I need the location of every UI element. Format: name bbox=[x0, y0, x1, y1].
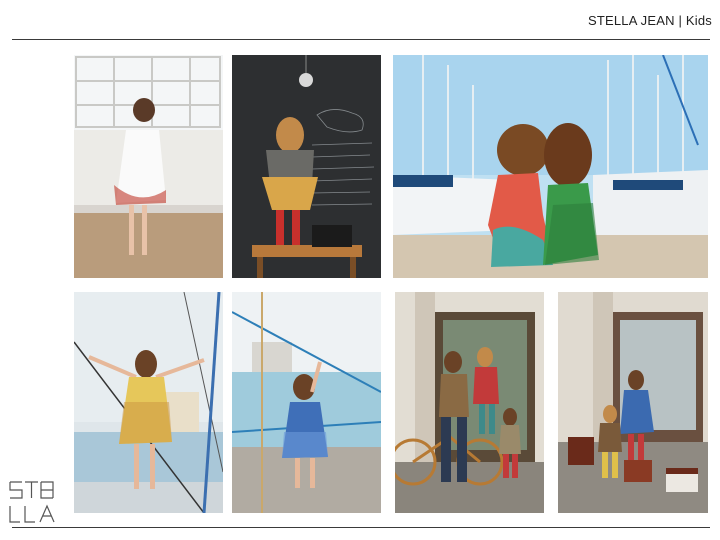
stella-jean-logo bbox=[8, 478, 66, 526]
photo-girl-yellow-dress-rigging[interactable] bbox=[74, 292, 223, 513]
header-divider bbox=[12, 39, 710, 40]
photo-girl-chalkboard-sewing-machine[interactable] bbox=[232, 55, 381, 278]
photo-man-bike-kids-barbershop[interactable] bbox=[395, 292, 544, 513]
photo-kids-barbershop-suitcases[interactable] bbox=[558, 292, 708, 513]
page-title: STELLA JEAN | Kids bbox=[587, 13, 712, 28]
photo-girl-white-dress-window[interactable] bbox=[74, 55, 223, 278]
footer-divider bbox=[12, 527, 710, 528]
photo-two-girls-harbor[interactable] bbox=[393, 55, 708, 278]
photo-girl-blue-dress-pier[interactable] bbox=[232, 292, 381, 513]
